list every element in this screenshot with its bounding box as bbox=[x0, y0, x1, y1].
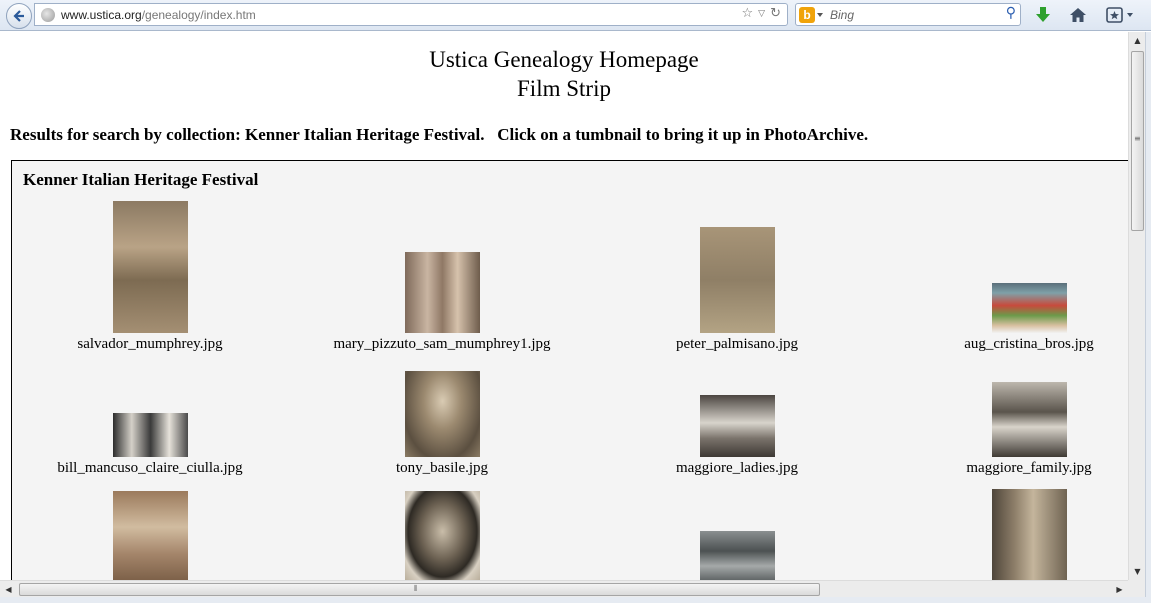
collection-panel: Kenner Italian Heritage Festival salvado… bbox=[11, 160, 1128, 580]
window-bottom-edge bbox=[0, 597, 1151, 603]
url-text[interactable]: www.ustica.org/genealogy/index.htm bbox=[61, 8, 256, 22]
horizontal-scroll-thumb[interactable]: ⦀ bbox=[19, 583, 820, 596]
chevron-down-icon bbox=[817, 13, 823, 17]
vertical-scroll-thumb[interactable]: ≡ bbox=[1131, 51, 1144, 231]
thumbnail-caption[interactable]: tony_basile.jpg bbox=[396, 460, 488, 477]
thumbnail-item[interactable]: bill_mancuso_claire_ciulla.jpg bbox=[12, 413, 288, 477]
download-button[interactable] bbox=[1032, 4, 1054, 26]
home-icon bbox=[1070, 8, 1086, 22]
scroll-up-icon[interactable]: ▲ bbox=[1129, 32, 1146, 49]
page-title: Ustica Genealogy Homepage Film Strip bbox=[0, 45, 1128, 103]
page-title-line1: Ustica Genealogy Homepage bbox=[429, 47, 699, 72]
dropdown-icon[interactable]: ▽ bbox=[758, 9, 765, 19]
thumbnail-item[interactable]: aug_cristina_bros.jpg bbox=[891, 283, 1128, 353]
thumbnail-item[interactable]: peter_palmisano.jpg bbox=[599, 227, 875, 353]
thumbnail-caption[interactable]: salvador_mumphrey.jpg bbox=[77, 336, 222, 353]
thumbnail-image[interactable] bbox=[991, 283, 1067, 333]
scrollbar-corner bbox=[1128, 580, 1145, 597]
thumbnail-image[interactable] bbox=[404, 252, 480, 333]
thumbnail-item[interactable] bbox=[12, 491, 288, 580]
thumbnail-image[interactable] bbox=[699, 227, 775, 333]
thumbnail-image[interactable] bbox=[991, 489, 1067, 580]
thumbnail-item[interactable]: maggiore_family.jpg bbox=[891, 382, 1128, 477]
thumbnail-item[interactable]: mary_pizzuto_sam_mumphrey1.jpg bbox=[304, 252, 580, 353]
results-description: Results for search by collection: Kenner… bbox=[10, 125, 869, 144]
search-input[interactable]: Bing bbox=[830, 8, 854, 22]
scroll-right-icon[interactable]: ▶ bbox=[1111, 581, 1128, 598]
thumbnail-caption[interactable]: aug_cristina_bros.jpg bbox=[964, 336, 1094, 353]
bookmarks-icon bbox=[1106, 7, 1133, 23]
page-viewport: Ustica Genealogy Homepage Film Strip Res… bbox=[0, 32, 1128, 580]
thumbnail-image[interactable] bbox=[699, 395, 775, 457]
thumbnail-item[interactable] bbox=[891, 489, 1128, 580]
vertical-scrollbar[interactable]: ▲ ≡ ▼ bbox=[1128, 32, 1145, 580]
thumbnail-item[interactable]: tony_basile.jpg bbox=[304, 371, 580, 477]
thumbnail-image[interactable] bbox=[699, 531, 775, 580]
thumbnail-item[interactable]: maggiore_ladies.jpg bbox=[599, 395, 875, 477]
thumbnail-grid: salvador_mumphrey.jpg mary_pizzuto_sam_mu… bbox=[12, 161, 1128, 580]
thumbnail-image[interactable] bbox=[991, 382, 1067, 457]
browser-toolbar: www.ustica.org/genealogy/index.htm ☆ ▽ ↻… bbox=[0, 0, 1151, 31]
thumbnail-caption[interactable]: mary_pizzuto_sam_mumphrey1.jpg bbox=[333, 336, 550, 353]
thumbnail-caption[interactable]: maggiore_ladies.jpg bbox=[676, 460, 798, 477]
window-edge bbox=[1145, 32, 1151, 603]
thumbnail-image[interactable] bbox=[112, 201, 188, 333]
horizontal-scrollbar[interactable]: ◀ ⦀ ▶ bbox=[0, 580, 1128, 597]
thumbnail-item[interactable] bbox=[599, 531, 875, 580]
reload-icon[interactable]: ↻ bbox=[770, 6, 781, 21]
back-button[interactable] bbox=[6, 3, 32, 29]
globe-icon bbox=[41, 8, 55, 22]
search-icon[interactable]: ⚲ bbox=[1006, 5, 1016, 21]
thumbnail-image[interactable] bbox=[404, 491, 480, 580]
address-bar[interactable]: www.ustica.org/genealogy/index.htm ☆ ▽ ↻ bbox=[34, 3, 788, 26]
bookmarks-button[interactable] bbox=[1104, 4, 1138, 26]
scroll-left-icon[interactable]: ◀ bbox=[0, 581, 17, 598]
home-button[interactable] bbox=[1067, 4, 1089, 26]
search-engine-selector[interactable]: b bbox=[799, 7, 825, 23]
thumbnail-item[interactable] bbox=[304, 491, 580, 580]
search-box[interactable]: b Bing ⚲ bbox=[795, 3, 1021, 26]
page-title-line2: Film Strip bbox=[517, 76, 611, 101]
thumbnail-image[interactable] bbox=[404, 371, 480, 457]
star-icon[interactable]: ☆ bbox=[742, 6, 754, 21]
thumbnail-caption[interactable]: peter_palmisano.jpg bbox=[676, 336, 798, 353]
thumbnail-image[interactable] bbox=[112, 413, 188, 457]
thumbnail-caption[interactable]: bill_mancuso_claire_ciulla.jpg bbox=[57, 460, 242, 477]
thumbnail-caption[interactable]: maggiore_family.jpg bbox=[966, 460, 1091, 477]
thumbnail-item[interactable]: salvador_mumphrey.jpg bbox=[12, 201, 288, 353]
thumbnail-image[interactable] bbox=[112, 491, 188, 580]
back-icon bbox=[13, 10, 24, 22]
download-icon bbox=[1036, 7, 1050, 22]
scroll-down-icon[interactable]: ▼ bbox=[1129, 563, 1146, 580]
bing-icon: b bbox=[799, 7, 815, 23]
